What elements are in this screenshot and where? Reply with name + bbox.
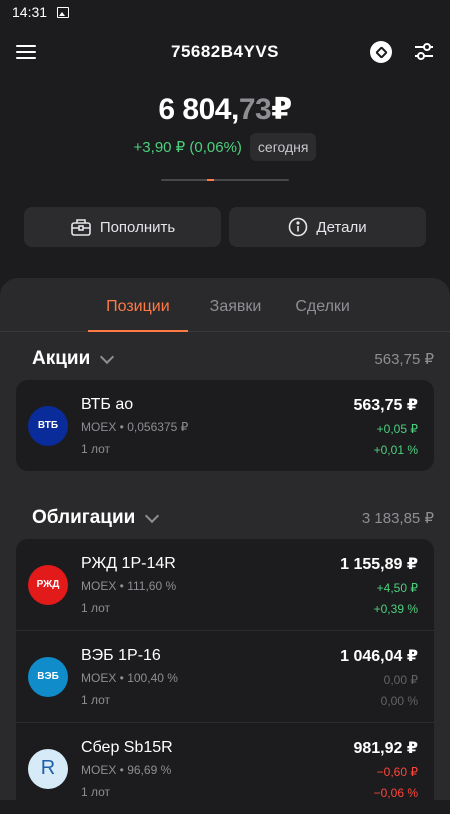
stocks-title: Акции (32, 348, 91, 369)
balance-block: 6 804,73₽ +3,90 ₽ (0,06%) сегодня (0, 92, 450, 161)
chevron-down-icon (100, 349, 115, 364)
position-lots: 1 лот (81, 441, 111, 456)
veb-logo: ВЭБ (28, 656, 68, 697)
position-row[interactable]: ВТБ ВТБ ао MOEX • 0,056375 ₽ 1 лот 563,7… (16, 380, 434, 471)
balance-amount: 6 804,73₽ (158, 93, 292, 126)
tab-bar: Позиции Заявки Сделки (0, 298, 450, 332)
position-name: ВЭБ 1Р-16 (81, 646, 161, 664)
position-lots: 1 лот (81, 784, 111, 799)
tab-positions[interactable]: Позиции (88, 298, 188, 332)
deposit-label: Пополнить (99, 218, 176, 236)
position-row[interactable]: ВЭБ ВЭБ 1Р-16 MOEX • 100,40 % 1 лот 1 04… (16, 630, 434, 722)
info-icon (289, 217, 308, 237)
daily-change: +3,90 ₽ (0,06%) (133, 139, 242, 156)
position-value: 1 155,89 ₽ (340, 555, 418, 573)
gallery-notification-icon (57, 6, 70, 18)
position-price: MOEX • 0,056375 ₽ (81, 419, 189, 434)
portfolio-sheet: Позиции Заявки Сделки Акции 563,75 ₽ ВТБ… (0, 278, 450, 814)
position-change-pct: +0,39 % (373, 601, 418, 616)
position-change-abs: +4,50 ₽ (376, 580, 418, 595)
top-bar: 75682B4YVS (0, 24, 450, 80)
position-change-abs: −0,60 ₽ (376, 764, 418, 779)
page-indicator (0, 179, 450, 181)
wallet-icon (71, 219, 91, 236)
position-row[interactable]: РЖД РЖД 1Р-14R MOEX • 111,60 % 1 лот 1 1… (16, 539, 434, 630)
position-price: MOEX • 96,69 % (81, 762, 172, 777)
details-button[interactable]: Детали (229, 207, 426, 247)
position-change-pct: −0,06 % (373, 785, 418, 800)
stocks-total: 563,75 ₽ (374, 351, 434, 368)
details-label: Детали (316, 218, 367, 236)
bonds-total: 3 183,85 ₽ (361, 510, 434, 527)
tab-trades[interactable]: Сделки (283, 298, 362, 332)
deposit-button[interactable]: Пополнить (24, 207, 221, 247)
bonds-card: РЖД РЖД 1Р-14R MOEX • 111,60 % 1 лот 1 1… (16, 539, 434, 814)
bonds-title: Облигации (32, 507, 136, 528)
chevron-down-icon (145, 508, 160, 523)
position-name: Сбер Sb15R (81, 738, 173, 756)
position-change-pct: +0,01 % (373, 442, 418, 457)
filter-settings-icon[interactable] (414, 43, 434, 61)
vtb-logo: ВТБ (28, 405, 68, 446)
sber-logo: R (28, 748, 68, 789)
status-bar: 14:31 (0, 0, 450, 24)
position-value: 1 046,04 ₽ (340, 647, 418, 665)
menu-icon[interactable] (16, 45, 36, 59)
position-lots: 1 лот (81, 692, 111, 707)
position-value: 563,75 ₽ (353, 396, 418, 414)
position-price: MOEX • 100,40 % (81, 670, 178, 685)
position-lots: 1 лот (81, 600, 111, 615)
tab-orders[interactable]: Заявки (198, 298, 274, 332)
rzd-logo: РЖД (28, 564, 68, 605)
bonds-section-header[interactable]: Облигации 3 183,85 ₽ (0, 497, 450, 539)
support-icon[interactable] (370, 41, 392, 63)
stocks-card: ВТБ ВТБ ао MOEX • 0,056375 ₽ 1 лот 563,7… (16, 380, 434, 471)
position-name: ВТБ ао (81, 395, 134, 413)
status-time: 14:31 (12, 4, 48, 20)
stocks-section-header[interactable]: Акции 563,75 ₽ (0, 338, 450, 380)
position-row[interactable]: R Сбер Sb15R MOEX • 96,69 % 1 лот 981,92… (16, 722, 434, 814)
position-name: РЖД 1Р-14R (81, 554, 176, 572)
position-price: MOEX • 111,60 % (81, 578, 177, 593)
position-change-pct: 0,00 % (380, 693, 418, 708)
position-change-abs: +0,05 ₽ (376, 421, 418, 436)
position-value: 981,92 ₽ (353, 739, 418, 757)
period-selector[interactable]: сегодня (249, 133, 317, 161)
position-change-abs: 0,00 ₽ (383, 672, 418, 687)
